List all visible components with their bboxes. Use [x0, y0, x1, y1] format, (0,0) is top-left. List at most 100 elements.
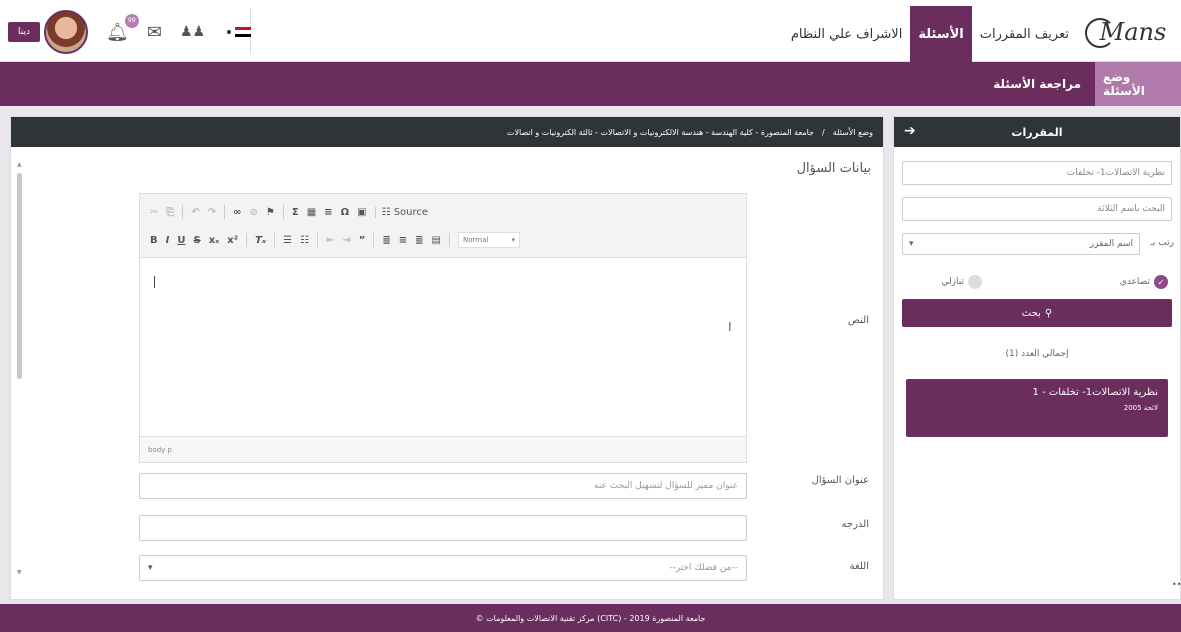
radio-descending[interactable]: تنازلي — [941, 275, 982, 289]
grade-input[interactable] — [139, 515, 747, 541]
align-center-icon[interactable]: ≡ — [399, 235, 407, 246]
redo-icon[interactable]: ↷ — [208, 207, 216, 218]
source-doc-icon: ☷ — [381, 206, 391, 218]
text-caret — [154, 276, 155, 288]
element-path[interactable]: body p — [148, 446, 172, 454]
image-icon[interactable]: ▣ — [357, 207, 366, 218]
table-icon[interactable]: ▦ — [307, 207, 316, 218]
messages-button[interactable]: ✉︎ — [147, 22, 162, 43]
source-button[interactable]: ☷ Source — [374, 206, 428, 218]
sort-select[interactable]: ▾ اسم المقرر — [902, 233, 1140, 255]
unlink-icon[interactable]: ⊘ — [250, 207, 258, 218]
format-value: Normal — [462, 236, 489, 244]
toolbar-row-1: ✂ ⎘ ↶ ↷ ∞ ⊘ ⚑ Σ ▦ ≡ Ω ▣ ☷ Source — [150, 202, 736, 222]
toolbar-separator — [224, 205, 226, 219]
subnav-put-questions[interactable]: وضع الأسئلة — [1095, 62, 1181, 106]
regulation-search-placeholder: البحث باسم الثلاثة — [1097, 204, 1165, 214]
section-title: بيانات السؤال — [796, 161, 871, 176]
courses-panel-header: ➔ المقررات — [894, 117, 1180, 147]
radio-ascending[interactable]: تصاعدي ✓ — [1120, 275, 1168, 289]
course-result-card[interactable]: 1 - نظرية الاتصالات1- تخلفات لائحة 2005 — [906, 379, 1168, 437]
rich-text-editor: ✂ ⎘ ↶ ↷ ∞ ⊘ ⚑ Σ ▦ ≡ Ω ▣ ☷ Source B I U S… — [139, 193, 747, 463]
subscript-button[interactable]: xₓ — [209, 235, 220, 246]
chevron-down-icon: ▾ — [148, 563, 153, 573]
question-title-input[interactable]: عنوان مميز للسؤال لتسهيل البحث عنه — [139, 473, 747, 499]
editor-toolbar: ✂ ⎘ ↶ ↷ ∞ ⊘ ⚑ Σ ▦ ≡ Ω ▣ ☷ Source B I U S… — [140, 194, 746, 258]
toolbar-separator — [246, 233, 248, 247]
dropdown-dot-icon — [227, 30, 232, 34]
horizontal-line-icon[interactable]: ≡ — [324, 207, 332, 218]
align-justify-icon[interactable]: ▤ — [432, 235, 441, 246]
link-icon[interactable]: ∞ — [233, 207, 241, 218]
italic-button[interactable]: I — [166, 235, 170, 246]
sort-label: رتب بـ — [1150, 238, 1174, 248]
courses-panel: ➔ المقررات نظرية الاتصالات1- تخلفات البح… — [893, 116, 1181, 600]
scrollbar[interactable]: ▲ ▼ — [15, 157, 23, 587]
strikethrough-button[interactable]: S — [193, 235, 200, 246]
ibeam-cursor-icon: I — [728, 320, 732, 334]
radio-empty-icon — [968, 275, 982, 289]
bulleted-list-icon[interactable]: ☷ — [300, 235, 309, 246]
grade-label: الدرجه — [841, 519, 869, 530]
math-sigma-icon[interactable]: Σ — [292, 207, 299, 218]
breadcrumb-separator: / — [822, 127, 825, 137]
user-menu-button[interactable]: دينا — [8, 22, 40, 42]
resize-handle-icon[interactable]: •• — [1172, 580, 1181, 589]
user-bar: دينا 🔔︎ 99 ✉︎ ♟♟ — [8, 10, 255, 54]
users-button[interactable]: ♟♟ — [180, 24, 205, 40]
blockquote-icon[interactable]: ” — [359, 235, 366, 246]
search-button[interactable]: بحث ⚲ — [902, 299, 1172, 327]
sub-nav: وضع الأسئلة مراجعة الأسئلة — [0, 62, 1181, 106]
underline-button[interactable]: U — [177, 235, 185, 246]
indent-icon[interactable]: ⇥ — [342, 235, 350, 246]
notification-badge: 99 — [124, 13, 139, 28]
question-form-panel: جامعة المنصورة - كلية الهندسة - هندسة ال… — [10, 116, 884, 600]
toolbar-separator — [282, 205, 284, 219]
copy-icon[interactable]: ⎘ — [166, 207, 174, 218]
language-placeholder: --من فضلك اختر-- — [669, 563, 738, 573]
courses-panel-title: المقررات — [1011, 125, 1063, 139]
special-char-icon[interactable]: Ω — [341, 207, 350, 218]
question-title-label: عنوان السؤال — [811, 475, 869, 486]
superscript-button[interactable]: x² — [227, 235, 238, 246]
nav-course-definition[interactable]: تعريف المقررات — [972, 6, 1077, 62]
editor-content-area[interactable]: I — [140, 258, 746, 436]
outdent-icon[interactable]: ⇤ — [326, 235, 334, 246]
remove-format-icon[interactable]: Tₓ — [255, 235, 266, 246]
scroll-down-icon[interactable]: ▼ — [17, 569, 22, 576]
scroll-up-icon[interactable]: ▲ — [17, 161, 22, 168]
chevron-down-icon: ▾ — [909, 239, 914, 249]
nav-questions[interactable]: الأسئلة — [910, 6, 972, 62]
anchor-flag-icon[interactable]: ⚑ — [266, 207, 275, 218]
footer-copyright: © مركز تقنية الاتصالات والمعلومات (CITC)… — [475, 613, 706, 623]
undo-icon[interactable]: ↶ — [191, 207, 199, 218]
arrow-right-icon[interactable]: ➔ — [904, 123, 916, 139]
bold-button[interactable]: B — [150, 235, 158, 246]
envelope-icon: ✉︎ — [146, 21, 162, 43]
numbered-list-icon[interactable]: ☰ — [283, 235, 292, 246]
text-label: النص — [847, 315, 869, 326]
toolbar-separator — [182, 205, 184, 219]
toolbar-row-2: B I U S xₓ x² Tₓ ☰ ☷ ⇤ ⇥ ” ≣ ≡ ≣ ▤ Norma… — [150, 230, 736, 250]
align-right-icon[interactable]: ≣ — [415, 235, 423, 246]
course-name-field[interactable]: نظرية الاتصالات1- تخلفات — [902, 161, 1172, 185]
app-logo[interactable]: Mans — [1083, 14, 1167, 50]
cut-icon[interactable]: ✂ — [150, 207, 158, 218]
regulation-search-input[interactable]: البحث باسم الثلاثة — [902, 197, 1172, 221]
language-select[interactable]: ▾ --من فضلك اختر-- — [139, 555, 747, 581]
top-header: Mans تعريف المقررات الأسئلة الاشراف علي … — [0, 0, 1181, 62]
check-circle-icon: ✓ — [1154, 275, 1168, 289]
subnav-review-questions[interactable]: مراجعة الأسئلة — [985, 62, 1089, 106]
notifications-button[interactable]: 🔔︎ 99 — [106, 13, 139, 43]
avatar[interactable] — [44, 10, 88, 54]
search-icon: ⚲ — [1044, 307, 1053, 319]
search-button-label: بحث — [1021, 307, 1041, 319]
scrollbar-thumb[interactable] — [17, 173, 22, 379]
sort-value: اسم المقرر — [1089, 239, 1133, 249]
align-left-icon[interactable]: ≣ — [382, 235, 390, 246]
format-select[interactable]: Normal ▾ — [457, 232, 520, 248]
nav-system-admin[interactable]: الاشراف علي النظام — [783, 6, 911, 62]
breadcrumb-root[interactable]: وضع الأسئلة — [833, 128, 873, 137]
language-switch[interactable] — [227, 27, 255, 37]
radio-descending-label: تنازلي — [941, 277, 964, 287]
